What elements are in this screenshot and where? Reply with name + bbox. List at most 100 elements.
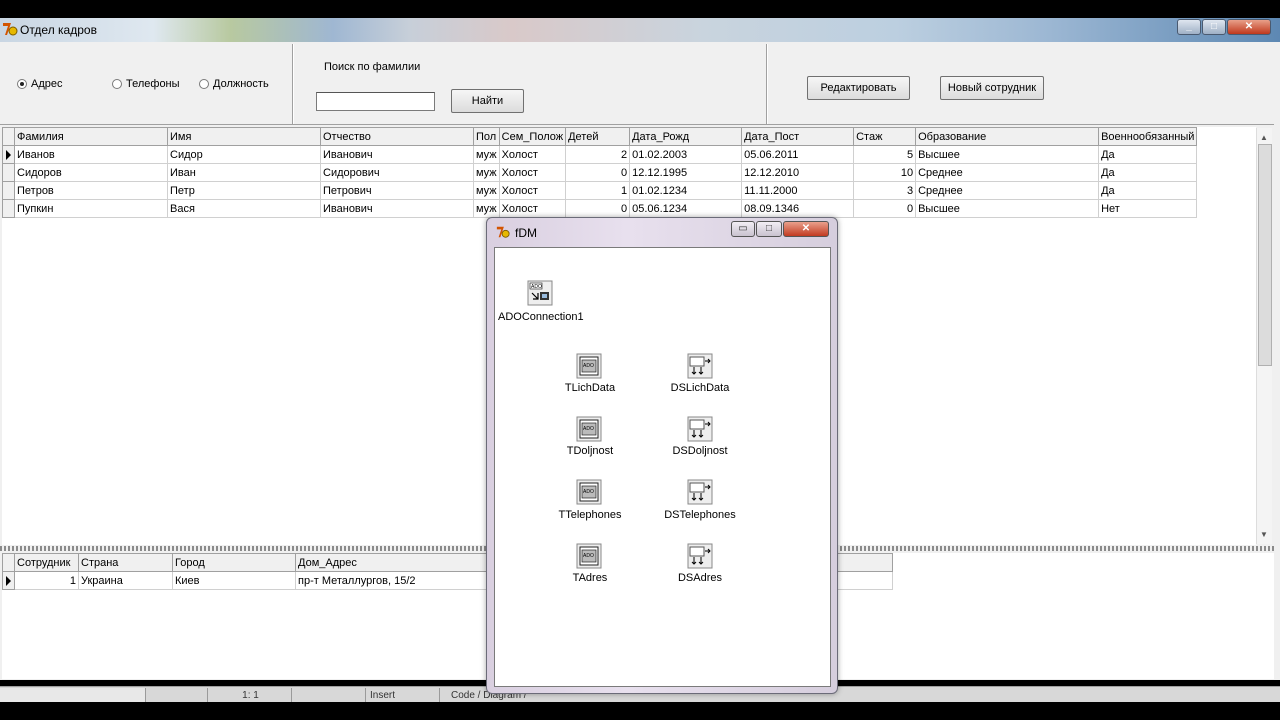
table-row[interactable]: Сидоров Иван Сидорович муж Холост 0 12.12.1995… bbox=[2, 163, 1198, 182]
column-header[interactable]: Детей bbox=[565, 127, 631, 146]
table-cell[interactable]: 3 bbox=[853, 181, 917, 200]
table-cell[interactable]: Иванович bbox=[320, 145, 474, 164]
column-header[interactable]: Отчество bbox=[320, 127, 474, 146]
vertical-scrollbar[interactable]: ▲ ▼ bbox=[1256, 128, 1272, 544]
table-cell[interactable]: муж bbox=[473, 145, 500, 164]
column-header[interactable]: Дата_Пост bbox=[741, 127, 855, 146]
datasource-icon bbox=[687, 479, 713, 505]
table-cell[interactable]: муж bbox=[473, 181, 500, 200]
ado-connection-component[interactable]: ADO bbox=[527, 280, 553, 309]
maximize-button[interactable]: □ bbox=[1202, 19, 1226, 35]
close-button[interactable]: ✕ bbox=[1227, 19, 1271, 35]
table-cell[interactable]: муж bbox=[473, 199, 500, 218]
table-cell[interactable]: 01.02.2003 bbox=[629, 145, 743, 164]
table-cell[interactable]: 05.06.1234 bbox=[629, 199, 743, 218]
table-cell[interactable]: муж bbox=[473, 163, 500, 182]
table-cell[interactable]: Иванович bbox=[320, 199, 474, 218]
table-cell[interactable]: 5 bbox=[853, 145, 917, 164]
scroll-up-arrow-icon[interactable]: ▲ bbox=[1260, 133, 1268, 142]
column-header[interactable]: Дата_Рожд bbox=[629, 127, 743, 146]
panel-divider bbox=[766, 44, 768, 124]
table-row[interactable]: Петров Петр Петрович муж Холост 1 01.02.1234 11… bbox=[2, 181, 1198, 200]
table-cell[interactable]: Сидор bbox=[167, 145, 321, 164]
table-cell[interactable]: 0 bbox=[853, 199, 917, 218]
minimize-button[interactable]: _ bbox=[1177, 19, 1201, 35]
table-cell[interactable]: Холост bbox=[498, 163, 567, 182]
ado-table-component[interactable]: ADO bbox=[576, 353, 602, 382]
column-header[interactable]: Образование bbox=[915, 127, 1100, 146]
edit-mode: Insert bbox=[368, 688, 440, 702]
table-cell[interactable]: Высшее bbox=[915, 199, 1100, 218]
datasource-component[interactable] bbox=[687, 479, 713, 508]
radio-address[interactable]: Адрес bbox=[17, 77, 63, 91]
search-label: Поиск по фамилии bbox=[324, 61, 421, 73]
table-cell[interactable]: 1 bbox=[14, 571, 79, 590]
table-cell[interactable]: 12.12.2010 bbox=[741, 163, 855, 182]
table-cell[interactable]: Нет bbox=[1098, 199, 1198, 218]
datasource-component[interactable] bbox=[687, 353, 713, 382]
scrollbar-thumb[interactable] bbox=[1258, 144, 1272, 366]
table-cell[interactable]: Среднее bbox=[915, 163, 1100, 182]
table-cell[interactable]: Да bbox=[1098, 145, 1198, 164]
table-cell[interactable]: Иван bbox=[167, 163, 321, 182]
column-header[interactable]: Город bbox=[172, 553, 296, 572]
table-cell[interactable]: Пупкин bbox=[14, 199, 168, 218]
column-header[interactable]: Военнообязанный bbox=[1098, 127, 1198, 146]
table-cell[interactable]: 12.12.1995 bbox=[629, 163, 743, 182]
edit-button[interactable]: Редактировать bbox=[807, 76, 910, 100]
ado-table-component[interactable]: ADO bbox=[576, 479, 602, 508]
table-cell[interactable]: 0 bbox=[565, 199, 631, 218]
column-header[interactable]: Пол bbox=[473, 127, 500, 146]
find-button[interactable]: Найти bbox=[451, 89, 524, 113]
svg-text:ADO: ADO bbox=[583, 426, 594, 432]
table-cell[interactable]: Сидоров bbox=[14, 163, 168, 182]
datasource-component[interactable] bbox=[687, 543, 713, 572]
table-cell[interactable]: Высшее bbox=[915, 145, 1100, 164]
column-header[interactable]: Имя bbox=[167, 127, 321, 146]
table-cell[interactable]: Холост bbox=[498, 199, 567, 218]
svg-text:ADO: ADO bbox=[583, 553, 594, 559]
ado-connection-icon: ADO bbox=[527, 280, 553, 306]
table-cell[interactable]: Сидорович bbox=[320, 163, 474, 182]
column-header[interactable]: Страна bbox=[78, 553, 173, 572]
table-cell[interactable]: 10 bbox=[853, 163, 917, 182]
ado-table-component[interactable]: ADO bbox=[576, 543, 602, 572]
table-cell[interactable]: 11.11.2000 bbox=[741, 181, 855, 200]
table-cell[interactable]: Холост bbox=[498, 181, 567, 200]
table-cell[interactable]: 01.02.1234 bbox=[629, 181, 743, 200]
datasource-component[interactable] bbox=[687, 416, 713, 445]
table-cell[interactable]: 2 bbox=[565, 145, 631, 164]
table-cell[interactable]: Петрович bbox=[320, 181, 474, 200]
minimize-button[interactable]: ▭ bbox=[731, 221, 755, 237]
table-cell[interactable]: Да bbox=[1098, 163, 1198, 182]
table-cell[interactable]: 08.09.1346 bbox=[741, 199, 855, 218]
radio-position[interactable]: Должность bbox=[199, 77, 269, 91]
table-row[interactable]: Иванов Сидор Иванович муж Холост 2 01.02.2003 0… bbox=[2, 145, 1198, 164]
main-title-bar[interactable] bbox=[0, 18, 1280, 42]
table-cell[interactable]: Да bbox=[1098, 181, 1198, 200]
radio-phones[interactable]: Телефоны bbox=[112, 77, 180, 91]
maximize-button[interactable]: □ bbox=[756, 221, 782, 237]
table-cell[interactable]: Петров bbox=[14, 181, 168, 200]
radio-indicator bbox=[199, 79, 209, 89]
column-header[interactable]: Стаж bbox=[853, 127, 917, 146]
search-input[interactable] bbox=[316, 92, 435, 111]
table-cell[interactable]: Иванов bbox=[14, 145, 168, 164]
new-employee-button[interactable]: Новый сотрудник bbox=[940, 76, 1044, 100]
table-cell[interactable]: Вася bbox=[167, 199, 321, 218]
table-cell[interactable]: Петр bbox=[167, 181, 321, 200]
table-cell[interactable]: Украина bbox=[78, 571, 173, 590]
table-row[interactable]: Пупкин Вася Иванович муж Холост 0 05.06.1234 08… bbox=[2, 199, 1198, 218]
table-cell[interactable]: Среднее bbox=[915, 181, 1100, 200]
table-cell[interactable]: Холост bbox=[498, 145, 567, 164]
column-header[interactable]: Сотрудник bbox=[14, 553, 79, 572]
table-cell[interactable]: 05.06.2011 bbox=[741, 145, 855, 164]
close-button[interactable]: ✕ bbox=[783, 221, 829, 237]
table-cell[interactable]: 1 bbox=[565, 181, 631, 200]
scroll-down-arrow-icon[interactable]: ▼ bbox=[1260, 530, 1268, 539]
column-header[interactable]: Сем_Полож bbox=[498, 127, 567, 146]
column-header[interactable]: Фамилия bbox=[14, 127, 168, 146]
ado-table-component[interactable]: ADO bbox=[576, 416, 602, 445]
table-cell[interactable]: 0 bbox=[565, 163, 631, 182]
table-cell[interactable]: Киев bbox=[172, 571, 296, 590]
